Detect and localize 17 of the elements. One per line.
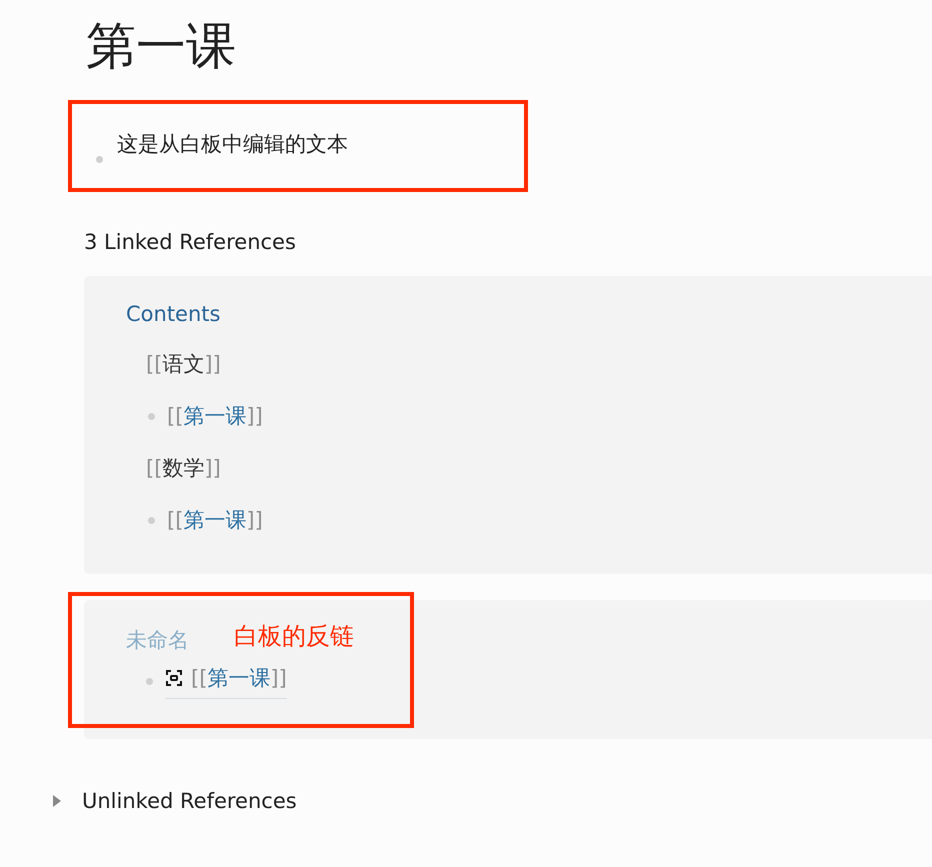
page-link[interactable]: [[第一课]] [191,664,287,692]
bullet-icon[interactable] [148,412,155,420]
section-heading[interactable]: Unlinked References [82,789,297,813]
section-heading: 3 Linked References [84,230,297,254]
bullet-icon[interactable] [146,678,153,685]
annotation-text: 白板的反链 [234,621,354,652]
whiteboard-icon [165,669,183,687]
page-title: 第一课 [86,16,237,77]
bullet-icon[interactable] [96,156,103,162]
block-text: 这是从白板中编辑的文本 [117,131,348,158]
expand-triangle-icon[interactable] [52,794,62,808]
page-link[interactable]: [[第一课]] [167,506,263,534]
bullet-icon[interactable] [148,516,155,524]
page-link[interactable]: [[数学]] [146,454,221,482]
page-name[interactable]: Contents [126,302,220,326]
page-link[interactable]: [[第一课]] [167,402,263,430]
page-link[interactable]: [[语文]] [146,350,221,378]
